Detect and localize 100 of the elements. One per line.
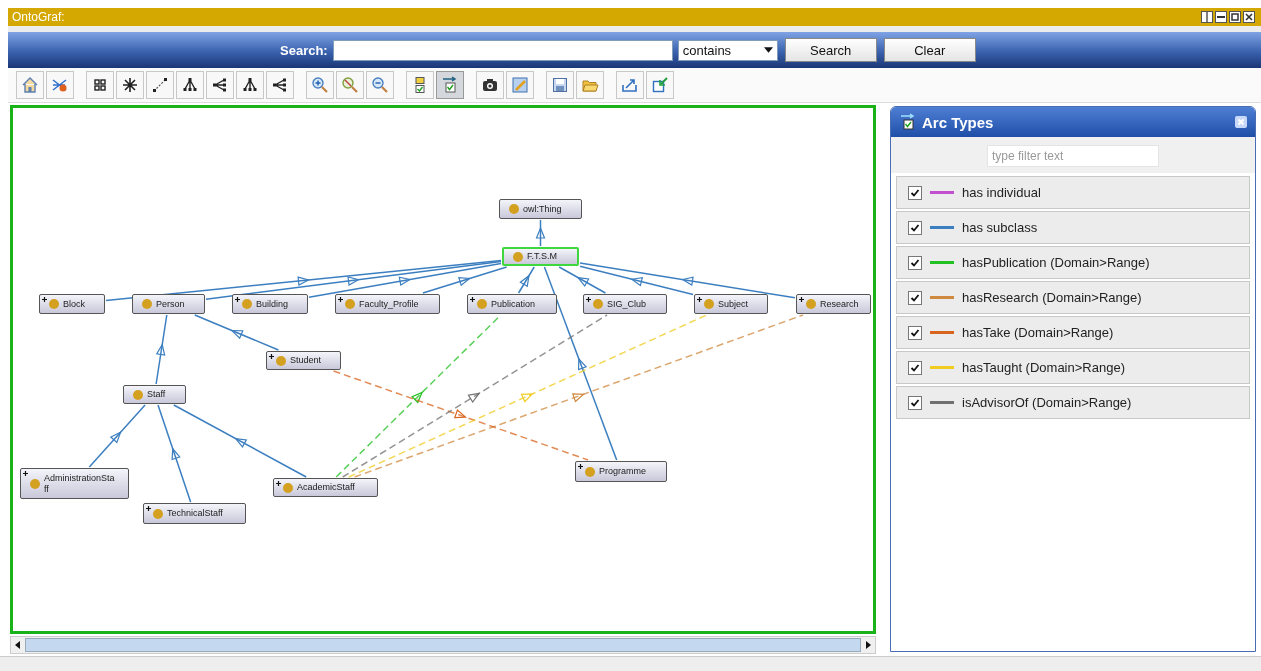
arc-types-icon [441, 76, 459, 94]
class-node[interactable]: Staff [123, 385, 186, 404]
arc-type-row[interactable]: hasTaught (Domain>Range) [896, 351, 1250, 384]
scrollbar-thumb[interactable] [25, 638, 861, 652]
checkbox[interactable] [908, 220, 922, 235]
tree-button[interactable] [236, 71, 264, 99]
search-button[interactable]: Search [784, 38, 877, 62]
class-node[interactable]: F.T.S.M [502, 247, 579, 266]
subclass-arrow [155, 314, 168, 385]
horizontal-tree-button[interactable] [266, 71, 294, 99]
node-label: AcademicStaff [297, 482, 355, 493]
class-node[interactable]: SIG_Club [583, 294, 667, 314]
plus-icon[interactable] [586, 297, 591, 302]
export-button[interactable] [616, 71, 644, 99]
caret-icon [763, 47, 773, 53]
checkbox[interactable] [908, 290, 922, 305]
arc-type-row[interactable]: isAdvisorOf (Domain>Range) [896, 386, 1250, 419]
class-node[interactable]: Person [132, 294, 205, 314]
scroll-left-icon[interactable] [13, 640, 23, 650]
zoom-out-button[interactable] [366, 71, 394, 99]
node-label: Staff [147, 389, 166, 400]
class-dot-icon [509, 204, 519, 214]
class-dot-icon [283, 482, 293, 493]
class-node[interactable]: Programme [575, 461, 667, 482]
node-label: Publication [491, 298, 536, 310]
class-dot-icon [133, 389, 143, 400]
grid-button[interactable] [86, 71, 114, 99]
plus-icon[interactable] [697, 297, 702, 302]
node-label: Subject [718, 298, 749, 310]
tangle-icon [51, 76, 69, 94]
plus-icon[interactable] [470, 297, 475, 302]
tangle-button[interactable] [46, 71, 74, 99]
folder-button[interactable] [576, 71, 604, 99]
class-node[interactable]: TechnicalStaff [143, 503, 246, 524]
class-node[interactable]: Subject [694, 294, 768, 314]
plus-icon[interactable] [276, 481, 281, 486]
tree-button[interactable] [176, 71, 204, 99]
class-dot-icon [593, 299, 603, 309]
plus-icon[interactable] [235, 297, 240, 302]
maximize-icon[interactable] [1229, 11, 1241, 23]
class-node[interactable]: Faculty_Profile [335, 294, 440, 314]
horizontal-scrollbar[interactable] [10, 636, 876, 654]
match-mode-dropdown[interactable]: contains [677, 39, 778, 61]
arc-type-label: has individual [962, 185, 1041, 200]
subclass-arrow [88, 404, 146, 468]
horizontal-tree-button[interactable] [206, 71, 234, 99]
close-icon[interactable] [1243, 11, 1255, 23]
home-button[interactable] [16, 71, 44, 99]
arc-type-row[interactable]: hasTake (Domain>Range) [896, 316, 1250, 349]
class-dot-icon [585, 466, 595, 477]
arc-type-row[interactable]: has individual [896, 176, 1250, 209]
checkbox[interactable] [908, 185, 922, 200]
plus-icon[interactable] [146, 506, 151, 511]
plus-icon[interactable] [269, 354, 274, 359]
scroll-right-icon[interactable] [863, 640, 873, 650]
class-node[interactable]: Publication [467, 294, 557, 314]
class-node[interactable]: AcademicStaff [273, 478, 378, 497]
checkbox[interactable] [908, 255, 922, 270]
radial-button[interactable] [116, 71, 144, 99]
plus-icon[interactable] [338, 297, 343, 302]
radial-icon [121, 76, 139, 94]
node-types-button[interactable] [406, 71, 434, 99]
arc-type-row[interactable]: hasResearch (Domain>Range) [896, 281, 1250, 314]
arc-type-row[interactable]: hasPublication (Domain>Range) [896, 246, 1250, 279]
node-label: SIG_Club [607, 298, 647, 310]
class-node[interactable]: AdministrationStaff [20, 468, 129, 499]
zoom-in-button[interactable] [306, 71, 334, 99]
spring-button[interactable] [146, 71, 174, 99]
checkbox[interactable] [908, 395, 922, 410]
class-dot-icon [142, 299, 152, 309]
class-node[interactable]: Block [39, 294, 105, 314]
no-zoom-button[interactable] [336, 71, 364, 99]
class-dot-icon [806, 299, 816, 309]
import-button[interactable] [646, 71, 674, 99]
class-dot-icon [49, 299, 59, 309]
plus-icon[interactable] [578, 464, 583, 469]
arc-types-button[interactable] [436, 71, 464, 99]
clear-button[interactable]: Clear [883, 38, 976, 62]
subclass-arrow [535, 219, 546, 247]
save-button[interactable] [546, 71, 574, 99]
no-zoom-icon [341, 76, 359, 94]
tile-icon[interactable] [1201, 11, 1213, 23]
plus-icon[interactable] [23, 471, 28, 476]
search-field[interactable] [332, 39, 673, 61]
class-node[interactable]: Research [796, 294, 871, 314]
camera-button[interactable] [476, 71, 504, 99]
grid-icon [91, 76, 109, 94]
class-node[interactable]: Building [232, 294, 308, 314]
filter-field[interactable]: type filter text [987, 145, 1159, 167]
camera-icon [481, 76, 499, 94]
minimize-icon[interactable] [1215, 11, 1227, 23]
checkbox[interactable] [908, 360, 922, 375]
node-label: Building [256, 298, 289, 310]
plus-icon[interactable] [42, 297, 47, 302]
class-dot-icon [276, 355, 286, 366]
checkbox[interactable] [908, 325, 922, 340]
class-node[interactable]: Student [266, 351, 341, 370]
plus-icon[interactable] [799, 297, 804, 302]
arc-type-row[interactable]: has subclass [896, 211, 1250, 244]
class-node[interactable]: owl:Thing [499, 199, 582, 219]
